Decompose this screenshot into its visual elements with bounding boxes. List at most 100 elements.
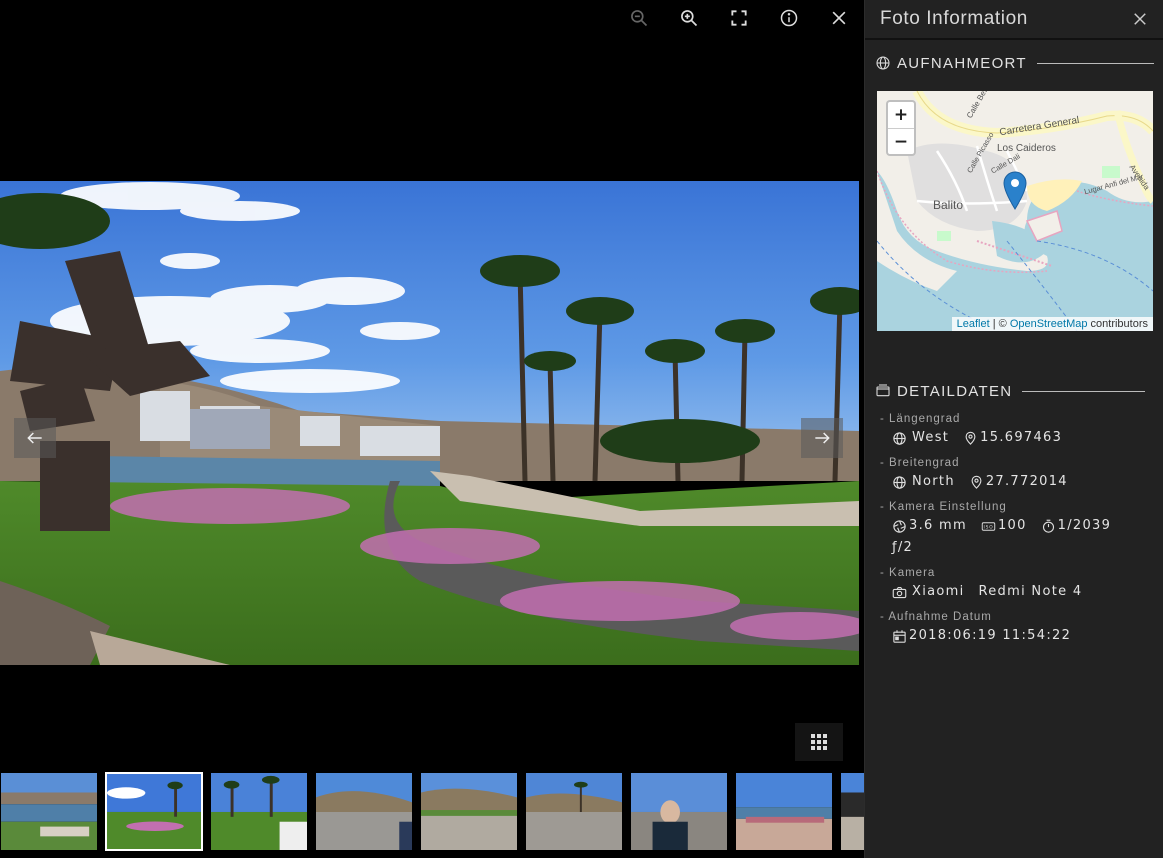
thumbnail[interactable] bbox=[210, 772, 308, 851]
longitude-hemisphere-text: West bbox=[912, 430, 950, 445]
iso-text: 100 bbox=[997, 518, 1027, 533]
date-group: - Aufnahme Datum 2018:06:19 11:54:22 bbox=[880, 609, 1150, 647]
main-photo bbox=[0, 181, 859, 665]
attribution-separator: | © bbox=[989, 318, 1010, 330]
longitude-label: - Längengrad bbox=[880, 413, 961, 425]
calendar-icon bbox=[893, 629, 906, 643]
info-button[interactable] bbox=[764, 4, 814, 32]
zoom-out-icon bbox=[631, 10, 648, 27]
svg-text:ISO: ISO bbox=[983, 524, 993, 530]
thumbnail[interactable] bbox=[105, 772, 203, 851]
info-icon bbox=[780, 9, 798, 27]
map-label: Balito bbox=[933, 198, 963, 212]
camera-make-text: Xiaomi bbox=[912, 584, 965, 599]
close-viewer-button[interactable] bbox=[814, 4, 864, 32]
aperture-value: ƒ/2 bbox=[892, 537, 913, 559]
previous-photo-button[interactable] bbox=[14, 418, 56, 458]
camera-model: Redmi Note 4 bbox=[979, 581, 1083, 603]
next-photo-button[interactable] bbox=[801, 418, 843, 458]
timer-icon bbox=[1042, 519, 1054, 533]
latitude-group: - Breitengrad North 27.772014 bbox=[880, 455, 1150, 493]
photo-viewer bbox=[0, 0, 864, 858]
capture-date-text: 2018:06:19 11:54:22 bbox=[909, 628, 1072, 643]
fullscreen-button[interactable] bbox=[714, 4, 764, 32]
leaflet-link[interactable]: Leaflet bbox=[957, 318, 990, 330]
zoom-out-button[interactable] bbox=[614, 4, 664, 32]
longitude-value-text: 15.697463 bbox=[980, 430, 1063, 445]
latitude-value-text: 27.772014 bbox=[985, 474, 1068, 489]
iso-value: ISO 100 bbox=[981, 515, 1027, 537]
date-row: 2018:06:19 11:54:22 bbox=[880, 625, 1150, 647]
info-panel: Foto Information AUFNAHMEORT Carretera G… bbox=[864, 0, 1163, 858]
camera-model-text: Redmi Note 4 bbox=[978, 584, 1083, 599]
aperture-icon bbox=[893, 519, 906, 533]
focal-length: 3.6 mm bbox=[892, 515, 967, 537]
date-label: - Aufnahme Datum bbox=[880, 611, 992, 623]
camera-label: - Kamera bbox=[880, 567, 936, 579]
grid-icon bbox=[811, 734, 827, 750]
longitude-hemisphere: West bbox=[892, 427, 949, 449]
camera-row: Xiaomi Redmi Note 4 bbox=[880, 581, 1150, 603]
latitude-value: 27.772014 bbox=[969, 471, 1068, 493]
viewer-toolbar bbox=[614, 4, 864, 32]
thumbnail[interactable] bbox=[420, 772, 518, 851]
camera-settings-label: - Kamera Einstellung bbox=[880, 501, 1007, 513]
location-section-heading: AUFNAHMEORT bbox=[865, 53, 1163, 73]
globe-icon bbox=[876, 56, 890, 70]
latitude-hemisphere: North bbox=[892, 471, 955, 493]
folder-icon bbox=[876, 384, 890, 397]
camera-settings-group: - Kamera Einstellung 3.6 mm ISO 100 1/20… bbox=[880, 499, 1150, 559]
close-icon bbox=[832, 11, 846, 25]
openstreetmap-link[interactable]: OpenStreetMap bbox=[1010, 318, 1088, 330]
thumbnail[interactable] bbox=[630, 772, 728, 851]
capture-date: 2018:06:19 11:54:22 bbox=[892, 625, 1071, 647]
aperture-text: ƒ/2 bbox=[892, 540, 914, 555]
longitude-value: 15.697463 bbox=[963, 427, 1062, 449]
panel-title: Foto Information bbox=[880, 8, 1028, 29]
latitude-hemisphere-text: North bbox=[912, 474, 955, 489]
shutter-text: 1/2039 bbox=[1057, 518, 1112, 533]
camera-group: - Kamera Xiaomi Redmi Note 4 bbox=[880, 565, 1150, 603]
location-pin-icon bbox=[971, 475, 982, 489]
zoom-in-button[interactable] bbox=[664, 4, 714, 32]
divider bbox=[1036, 62, 1154, 64]
longitude-group: - Längengrad West 15.697463 bbox=[880, 411, 1150, 449]
details-heading: DETAILDATEN bbox=[897, 382, 1013, 400]
attribution-contributors: contributors bbox=[1087, 318, 1148, 330]
thumbnail-strip bbox=[0, 772, 864, 852]
thumbnail[interactable] bbox=[0, 772, 98, 851]
map-label: Los Caideros bbox=[997, 143, 1056, 154]
globe-icon bbox=[893, 431, 906, 445]
details-list: - Längengrad West 15.697463 - Breitengra… bbox=[880, 411, 1150, 653]
thumbnail[interactable] bbox=[840, 772, 864, 851]
thumbnail[interactable] bbox=[525, 772, 623, 851]
map-zoom-in-button[interactable]: + bbox=[888, 102, 914, 128]
longitude-row: West 15.697463 bbox=[880, 427, 1150, 449]
thumbnail[interactable] bbox=[735, 772, 833, 851]
camera-icon bbox=[892, 586, 907, 598]
divider bbox=[1022, 390, 1145, 392]
globe-icon bbox=[893, 475, 906, 489]
map-attribution: Leaflet | © OpenStreetMap contributors bbox=[951, 317, 1153, 331]
grid-view-button[interactable] bbox=[795, 723, 843, 761]
location-pin-icon bbox=[965, 431, 976, 445]
arrow-right-icon bbox=[815, 432, 830, 444]
map-zoom-out-button[interactable]: − bbox=[888, 128, 914, 154]
shutter-speed: 1/2039 bbox=[1041, 515, 1112, 537]
zoom-in-icon bbox=[681, 10, 698, 27]
close-panel-icon[interactable] bbox=[1131, 10, 1149, 28]
camera-settings-row: 3.6 mm ISO 100 1/2039 ƒ/2 bbox=[880, 515, 1150, 559]
location-map[interactable]: Carretera General Calle Besay Los Caider… bbox=[877, 91, 1153, 331]
panel-header: Foto Information bbox=[865, 0, 1163, 40]
arrow-left-icon bbox=[27, 432, 42, 444]
fullscreen-icon bbox=[731, 10, 747, 26]
focal-length-text: 3.6 mm bbox=[909, 518, 967, 533]
thumbnail[interactable] bbox=[315, 772, 413, 851]
iso-icon: ISO bbox=[981, 521, 996, 531]
location-heading: AUFNAHMEORT bbox=[897, 54, 1027, 72]
camera-make: Xiaomi bbox=[892, 581, 965, 603]
map-zoom-control: + − bbox=[886, 100, 916, 156]
details-section-heading: DETAILDATEN bbox=[865, 381, 1155, 401]
latitude-row: North 27.772014 bbox=[880, 471, 1150, 493]
latitude-label: - Breitengrad bbox=[880, 457, 960, 469]
